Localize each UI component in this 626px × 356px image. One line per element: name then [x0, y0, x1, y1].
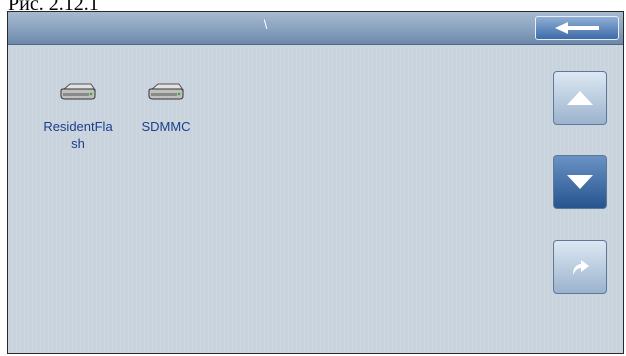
title-bar: \: [8, 12, 623, 45]
drive-item-residentflash[interactable]: ResidentFlash: [43, 82, 113, 152]
drive-label: ResidentFlash: [43, 119, 113, 151]
arrow-left-icon: [555, 22, 599, 34]
triangle-down-icon: [567, 175, 593, 189]
current-path: \: [263, 17, 268, 32]
drive-label: SDMMC: [141, 119, 191, 134]
scroll-down-button[interactable]: [553, 155, 607, 209]
file-browser-window: \ ResidentFlash SDMMC: [7, 11, 624, 354]
back-button[interactable]: [535, 16, 619, 40]
open-button[interactable]: [553, 240, 607, 294]
triangle-up-icon: [567, 91, 593, 105]
drive-icon: [60, 83, 96, 100]
scroll-up-button[interactable]: [553, 71, 607, 125]
curved-arrow-right-icon: [573, 260, 589, 275]
drive-item-sdmmc[interactable]: SDMMC: [131, 82, 201, 135]
drive-icon: [148, 83, 184, 100]
